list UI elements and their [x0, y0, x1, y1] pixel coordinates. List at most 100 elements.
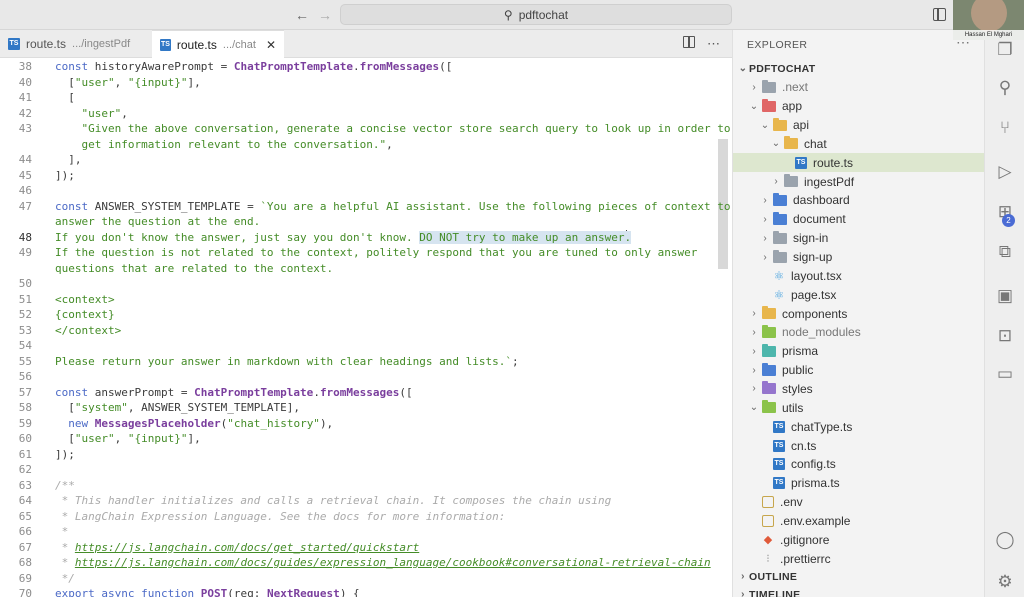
code-line[interactable]: 46 — [0, 184, 732, 200]
code-line[interactable]: 41 [ — [0, 91, 732, 107]
code-line[interactable]: 53 </context> — [0, 324, 732, 340]
code-line[interactable]: 48 If you don't know the answer, just say… — [0, 230, 732, 247]
folder-item[interactable]: ⌄ utils — [733, 398, 984, 417]
file-item[interactable]: TS config.ts — [733, 455, 984, 474]
code-line[interactable]: 63 /** — [0, 479, 732, 495]
code-line[interactable]: 62 — [0, 463, 732, 479]
tree-item-label: .env — [780, 495, 803, 510]
file-item[interactable]: .env — [733, 493, 984, 512]
code-line[interactable]: 44 ], — [0, 153, 732, 169]
forward-arrow-icon[interactable]: → — [318, 7, 332, 23]
more-actions-icon[interactable]: ⋯ — [707, 36, 720, 52]
settings-icon[interactable]: ⚙ — [995, 572, 1015, 592]
tree-item-label: OUTLINE — [749, 570, 798, 583]
tab-route-chat[interactable]: TS route.ts .../chat ✕ — [152, 30, 284, 58]
docker-icon[interactable]: ⊡ — [995, 326, 1015, 346]
code-line[interactable]: 43 "Given the above conversation, genera… — [0, 122, 732, 138]
code-line[interactable]: 56 — [0, 370, 732, 386]
folder-icon — [773, 192, 787, 206]
folder-item[interactable]: › ingestPdf — [733, 172, 984, 191]
code-line[interactable]: 57 const answerPrompt = ChatPromptTemplat… — [0, 386, 732, 402]
source-control-icon[interactable]: ⑂ — [995, 118, 1015, 138]
search-icon[interactable]: ⚲ — [995, 78, 1015, 98]
file-item[interactable]: ⁝ .prettierrc — [733, 549, 984, 568]
split-editor-icon[interactable] — [683, 36, 695, 48]
code-line[interactable]: 40 ["user", "{input}"], — [0, 76, 732, 92]
code-text: {context} — [55, 308, 115, 321]
code-text: * LangChain Expression Language. See the… — [55, 509, 506, 523]
code-line[interactable]: 66 * — [0, 525, 732, 541]
folder-item[interactable]: ⌄ chat — [733, 134, 984, 153]
file-item[interactable]: .env.example — [733, 511, 984, 530]
code-line[interactable]: questions that are related to the contex… — [0, 262, 732, 278]
code-editor[interactable]: 38 const historyAwarePrompt = ChatPromptT… — [0, 58, 732, 597]
explorer-icon[interactable]: ❐ — [995, 40, 1015, 60]
code-line[interactable]: 45]); — [0, 169, 732, 185]
code-line[interactable]: 65 * LangChain Expression Language. See … — [0, 510, 732, 526]
typescript-file-icon: TS — [795, 156, 807, 169]
file-item[interactable]: TS prisma.ts — [733, 474, 984, 493]
remote-icon[interactable]: ⧉ — [995, 242, 1015, 262]
line-number: 44 — [18, 153, 32, 166]
folder-item[interactable]: › prisma — [733, 342, 984, 361]
toggle-sidebar-icon[interactable] — [933, 8, 946, 21]
folder-item[interactable]: › .next — [733, 78, 984, 97]
file-item[interactable]: TS chatType.ts — [733, 417, 984, 436]
code-line[interactable]: 38 const historyAwarePrompt = ChatPromptT… — [0, 60, 732, 76]
tab-route-ingestpdf[interactable]: TS route.ts .../ingestPdf — [0, 30, 150, 58]
file-item[interactable]: ⚛ page.tsx — [733, 285, 984, 304]
tree-item-label: layout.tsx — [791, 268, 842, 283]
line-number: 65 — [18, 509, 32, 523]
code-line[interactable]: 64 * This handler initializes and calls … — [0, 494, 732, 510]
folder-item[interactable]: › styles — [733, 379, 984, 398]
code-line[interactable]: 49 If the question is not related to the … — [0, 246, 732, 262]
code-line[interactable]: get information relevant to the conversa… — [0, 138, 732, 154]
api-icon[interactable]: ▣ — [995, 286, 1015, 306]
code-line[interactable]: 55 Please return your answer in markdown … — [0, 355, 732, 371]
code-line[interactable]: answer the question at the end. — [0, 215, 732, 231]
file-item[interactable]: TS route.ts — [733, 153, 984, 173]
code-line[interactable]: 59 new MessagesPlaceholder("chat_history… — [0, 417, 732, 433]
code-line[interactable]: 52 {context} — [0, 308, 732, 324]
tree-item-label: public — [782, 363, 814, 378]
folder-item[interactable]: › dashboard — [733, 191, 984, 210]
file-item[interactable]: ⚛ layout.tsx — [733, 266, 984, 285]
code-line[interactable]: 51 <context> — [0, 293, 732, 309]
tree-item-label: .gitignore — [780, 532, 830, 547]
file-item[interactable]: TS cn.ts — [733, 436, 984, 455]
code-line[interactable]: 70 export async function POST(req: NextRe… — [0, 587, 732, 597]
code-line[interactable]: 67 * https://js.langchain.com/docs/get_s… — [0, 541, 732, 557]
folder-item[interactable]: › node_modules — [733, 323, 984, 342]
code-line[interactable]: 47 const ANSWER_SYSTEM_TEMPLATE = `You ar… — [0, 200, 732, 216]
code-line[interactable]: 58 ["system", ANSWER_SYSTEM_TEMPLATE], — [0, 401, 732, 417]
folder-item[interactable]: ⌄ app — [733, 97, 984, 116]
section-header[interactable]: ⌄ PDFTOCHAT — [733, 59, 984, 78]
folder-item[interactable]: › public — [733, 361, 984, 380]
run-debug-icon[interactable]: ▷ — [995, 162, 1015, 182]
back-arrow-icon[interactable]: ← — [295, 7, 309, 23]
folder-item[interactable]: › document — [733, 210, 984, 229]
file-item[interactable]: ◆ .gitignore — [733, 530, 984, 549]
code-line[interactable]: 54 — [0, 339, 732, 355]
line-number: 46 — [18, 184, 32, 197]
tree-item-label: .env.example — [780, 513, 851, 528]
folder-item[interactable]: › sign-up — [733, 248, 984, 267]
folder-item[interactable]: ⌄ api — [733, 116, 984, 135]
code-line[interactable]: 68 * https://js.langchain.com/docs/guide… — [0, 556, 732, 572]
code-line[interactable]: 50 — [0, 277, 732, 293]
code-line[interactable]: 42 "user", — [0, 107, 732, 123]
chat-icon[interactable]: ▭ — [995, 364, 1015, 384]
chevron-right-icon: › — [752, 308, 756, 320]
code-line[interactable]: 69 */ — [0, 572, 732, 588]
chevron-right-icon: › — [763, 251, 767, 263]
command-center-search[interactable]: ⚲ pdftochat — [340, 4, 732, 25]
code-line[interactable]: 60 ["user", "{input}"], — [0, 432, 732, 448]
folder-item[interactable]: › sign-in — [733, 229, 984, 248]
folder-icon — [784, 174, 798, 188]
folder-item[interactable]: › components — [733, 304, 984, 323]
section-header[interactable]: › OUTLINE — [733, 567, 984, 586]
section-header[interactable]: › TIMELINE — [733, 585, 984, 597]
account-icon[interactable]: ◯ — [995, 530, 1015, 550]
close-icon[interactable]: ✕ — [266, 38, 276, 52]
code-line[interactable]: 61]); — [0, 448, 732, 464]
